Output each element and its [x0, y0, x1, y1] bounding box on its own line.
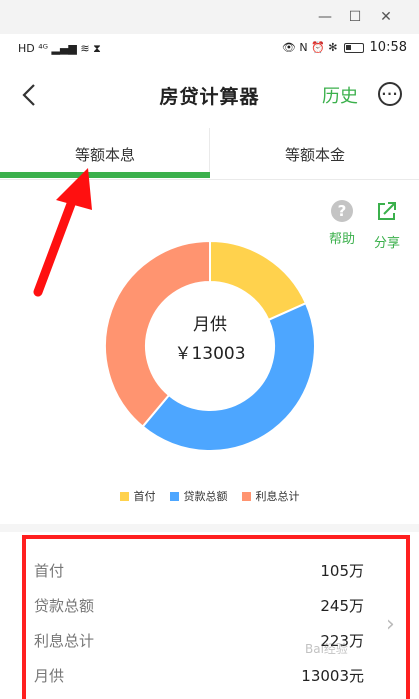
- monthly-payment-label: 月供: [193, 315, 227, 335]
- history-button[interactable]: 历史: [322, 82, 358, 108]
- legend-label: 首付: [133, 490, 156, 503]
- legend-label: 贷款总额: [183, 490, 228, 503]
- watermark-logo: Bai经验: [305, 642, 348, 656]
- status-right-icons: 👁 N ⏰ ✻ 10:58: [282, 40, 407, 55]
- tab-divider: [209, 128, 210, 176]
- status-left-icons: HD ⁴ᴳ ▂▄▆ ≋ ⧗: [18, 42, 101, 56]
- legend-item-loan-total: 贷款总额: [169, 488, 228, 504]
- summary-row-monthly[interactable]: 月供 13003元: [34, 665, 364, 693]
- legend-label: 利息总计: [255, 490, 300, 503]
- chevron-right-icon[interactable]: ›: [386, 612, 395, 637]
- tab-label: 等额本金: [284, 145, 345, 164]
- app-header: 房贷计算器 历史 ···: [0, 64, 419, 126]
- row-value: 105万: [320, 562, 364, 580]
- row-label: 贷款总额: [34, 597, 95, 615]
- chart-center: 月供 ￥13003: [145, 310, 275, 364]
- chart-legend: 首付 贷款总额 利息总计: [0, 488, 419, 504]
- row-value: 245万: [320, 597, 364, 615]
- section-separator: [0, 524, 419, 532]
- monthly-payment-value: ￥13003: [174, 344, 246, 364]
- row-label: 月供: [34, 667, 65, 685]
- share-icon: [378, 202, 396, 220]
- tab-label: 等额本息: [74, 145, 135, 164]
- summary-row-loan-total[interactable]: 贷款总额 245万: [34, 595, 364, 623]
- legend-swatch: [119, 491, 129, 501]
- battery-icon: [343, 42, 364, 53]
- status-bar: HD ⁴ᴳ ▂▄▆ ≋ ⧗ 👁 N ⏰ ✻ 10:58: [0, 34, 419, 64]
- signal-icons: HD ⁴ᴳ ▂▄▆ ≋ ⧗: [18, 42, 101, 55]
- tab-equal-principal[interactable]: 等额本金: [210, 128, 419, 180]
- more-icon: ···: [381, 87, 399, 101]
- window-titlebar: — ☐ ✕: [0, 0, 419, 34]
- help-icon: ?: [331, 200, 353, 222]
- close-window-button[interactable]: ✕: [366, 0, 406, 34]
- legend-swatch: [241, 491, 251, 501]
- legend-item-down-payment: 首付: [119, 488, 156, 504]
- summary-row-down-payment[interactable]: 首付 105万: [34, 560, 364, 588]
- legend-swatch: [169, 491, 179, 501]
- row-label: 利息总计: [34, 632, 95, 650]
- active-tab-indicator: [0, 172, 210, 178]
- system-icons: 👁 N ⏰ ✻: [281, 41, 338, 54]
- clock: 10:58: [369, 40, 407, 55]
- row-label: 首付: [34, 562, 65, 580]
- legend-item-interest-total: 利息总计: [241, 488, 300, 504]
- more-menu-button[interactable]: ···: [378, 82, 402, 106]
- row-value: 13003元: [301, 667, 364, 685]
- donut-slice-0: [209, 239, 308, 322]
